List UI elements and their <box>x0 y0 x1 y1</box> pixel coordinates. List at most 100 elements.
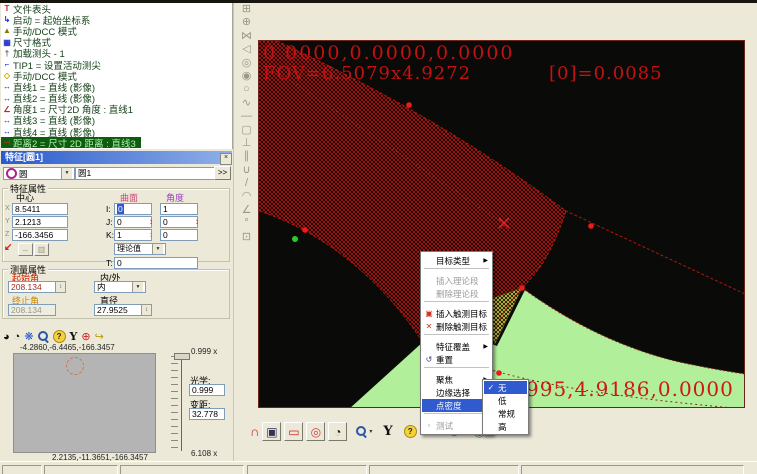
context-menu-item[interactable]: 点密度 ▶ <box>422 399 491 412</box>
vtool-icon[interactable]: ° <box>234 217 259 230</box>
target-list-icon[interactable]: ▥ <box>34 243 49 256</box>
lamp-help-icon[interactable]: ? <box>404 425 417 438</box>
vtool-icon[interactable]: / <box>234 177 259 190</box>
context-menu-item[interactable]: 插入理论段 <box>422 274 491 287</box>
vtool-icon[interactable]: ⊥ <box>234 137 259 150</box>
spinner-icon[interactable]: ↕ <box>141 304 152 316</box>
context-menu-item[interactable] <box>424 301 489 306</box>
feature-panel-titlebar[interactable]: 特征[圆1] <box>1 151 232 164</box>
vtool-icon[interactable]: — <box>234 110 259 123</box>
target-circle-icon[interactable]: ◎ <box>306 422 325 441</box>
contrast-dark-icon[interactable]: ◕ <box>3 331 10 343</box>
vector-k1-field[interactable]: 1 <box>114 229 152 241</box>
vtool-icon[interactable]: ∪ <box>234 164 259 177</box>
vtool-icon[interactable]: ◠ <box>234 190 259 203</box>
axis-z-label: Z <box>5 231 9 238</box>
funnel-icon[interactable]: Y <box>383 422 392 442</box>
spinner-icon[interactable]: ↕ <box>149 217 153 226</box>
feature-type-combo[interactable]: 圆 ▼ <box>3 167 75 180</box>
vtool-icon[interactable]: ∿ <box>234 97 259 110</box>
chevron-down-icon[interactable]: ▼ <box>61 168 72 179</box>
spinner-icon[interactable]: ↕ <box>55 281 66 293</box>
context-menu-item[interactable]: ✕ 删除触测目标 <box>422 320 491 333</box>
feature-name-input[interactable]: 圆1 <box>75 167 215 180</box>
vtool-glyph: ⊕ <box>242 16 251 28</box>
context-menu-item[interactable] <box>424 367 489 372</box>
fov-readout: FOV=6.5079x4.9272 <box>263 63 471 84</box>
vtool-icon[interactable]: ⊕ <box>234 16 259 29</box>
optical-field[interactable]: 0.999 <box>189 384 225 396</box>
center-x-field[interactable]: 8.5411 <box>12 203 68 215</box>
vector-i1-field[interactable]: 0 <box>114 203 152 215</box>
close-icon[interactable]: × <box>220 153 232 165</box>
context-menu-item[interactable]: ▫ 测试 <box>422 419 491 432</box>
context-menu-item[interactable]: 删除理论段 <box>422 287 491 300</box>
lamp-help-icon[interactable]: ? <box>53 330 66 343</box>
vector-j2-field[interactable]: 0 <box>160 216 198 228</box>
vtool-icon[interactable]: ⊞ <box>234 3 259 16</box>
submenu-item[interactable]: ✓ 无 <box>484 381 527 394</box>
inout-dropdown[interactable]: 内 ▼ <box>94 281 146 293</box>
vtool-icon[interactable]: ○ <box>234 83 259 96</box>
context-menu-item[interactable]: ↺ 重置 <box>422 353 491 366</box>
vtool-icon[interactable]: ⊡ <box>234 231 259 244</box>
spinner-icon[interactable]: ↕ <box>149 230 153 239</box>
vtool-icon[interactable]: ◉ <box>234 70 259 83</box>
tree-item-icon: ⊣ <box>1 138 13 147</box>
start-angle-field[interactable]: 208.134 <box>8 281 56 293</box>
zoom-slider-track[interactable] <box>181 355 182 451</box>
contrast-light-icon[interactable]: ◔ <box>14 331 21 343</box>
tree-item[interactable]: ⊣ 距离2 = 尺寸 2D 距离 : 直线3 <box>1 137 141 148</box>
vector-j1-field[interactable]: 0 <box>114 216 152 228</box>
vtool-glyph: ⊥ <box>242 137 252 149</box>
submenu-item-label: 常规 <box>498 408 515 420</box>
vtool-icon[interactable]: ∥ <box>234 150 259 163</box>
center-y-field[interactable]: 2.1213 <box>12 216 68 228</box>
vtool-icon[interactable]: ⋈ <box>234 30 259 43</box>
camera-icon[interactable]: ▣ <box>262 422 281 441</box>
chevron-down-icon[interactable]: ▼ <box>152 244 163 254</box>
diameter-field[interactable]: 27.9525 <box>94 304 146 316</box>
context-menu-item[interactable]: 特征覆盖 ▶ <box>422 340 491 353</box>
zoom-slider-handle[interactable] <box>174 353 190 360</box>
vtool-icon[interactable]: ▢ <box>234 124 259 137</box>
context-menu-item[interactable] <box>424 268 489 273</box>
vtool-icon[interactable]: ∠ <box>234 204 259 217</box>
context-menu-item[interactable] <box>424 334 489 339</box>
vector-flip-icon[interactable]: ↙ <box>4 242 12 253</box>
chevron-down-icon[interactable]: ▾ <box>369 428 372 435</box>
submenu-item[interactable]: 常规 <box>484 407 527 420</box>
target-icon[interactable]: ⊕ <box>81 330 90 343</box>
magnet-icon[interactable]: ∩ <box>250 422 259 442</box>
protractor-icon[interactable]: ◔ <box>328 422 347 441</box>
measure-mode-icon[interactable]: ↔ <box>18 243 33 256</box>
theo-dropdown[interactable]: 理论值 ▼ <box>114 243 166 255</box>
magnifier-icon[interactable] <box>38 331 49 342</box>
t-field[interactable]: 0 <box>114 257 198 269</box>
vector-i2-field[interactable]: 1 <box>160 203 198 215</box>
range-field[interactable]: 32.778 <box>189 408 225 420</box>
menu-item-label: 删除触测目标 <box>436 321 487 333</box>
context-menu-item[interactable] <box>424 413 489 418</box>
more-button[interactable]: >> <box>214 166 231 180</box>
return-arrow-icon[interactable]: ↪ <box>95 330 104 343</box>
selection-box-icon[interactable]: ▭ <box>284 422 303 441</box>
measurement-viewport[interactable]: 0.0000,0.0000,0.0000 FOV=6.5079x4.9272 [… <box>258 40 745 408</box>
spinner-icon[interactable]: ↕ <box>195 217 199 226</box>
vtool-icon[interactable]: ◎ <box>234 57 259 70</box>
vtool-icon[interactable]: ◁ <box>234 43 259 56</box>
vtool-glyph: ◎ <box>242 57 252 69</box>
context-menu-item[interactable]: 边缘选择 ▶ <box>422 386 491 399</box>
context-menu-item[interactable]: ▣ 插入触测目标 <box>422 307 491 320</box>
magnifier-icon[interactable] <box>356 426 367 437</box>
context-menu-item[interactable]: 聚焦 ▶ <box>422 373 491 386</box>
center-z-field[interactable]: -166.3456 <box>12 229 68 241</box>
submenu-item[interactable]: 低 <box>484 394 527 407</box>
submenu-item[interactable]: 高 <box>484 420 527 433</box>
context-menu-item[interactable]: 目标类型 ▶ <box>422 254 491 267</box>
chevron-down-icon[interactable]: ▼ <box>132 282 143 292</box>
calibration-star-icon[interactable]: ❋ <box>24 330 33 343</box>
live-camera-view[interactable] <box>13 353 156 453</box>
vector-k2-field[interactable]: 0 <box>160 229 198 241</box>
funnel-icon[interactable]: Y <box>70 330 78 343</box>
